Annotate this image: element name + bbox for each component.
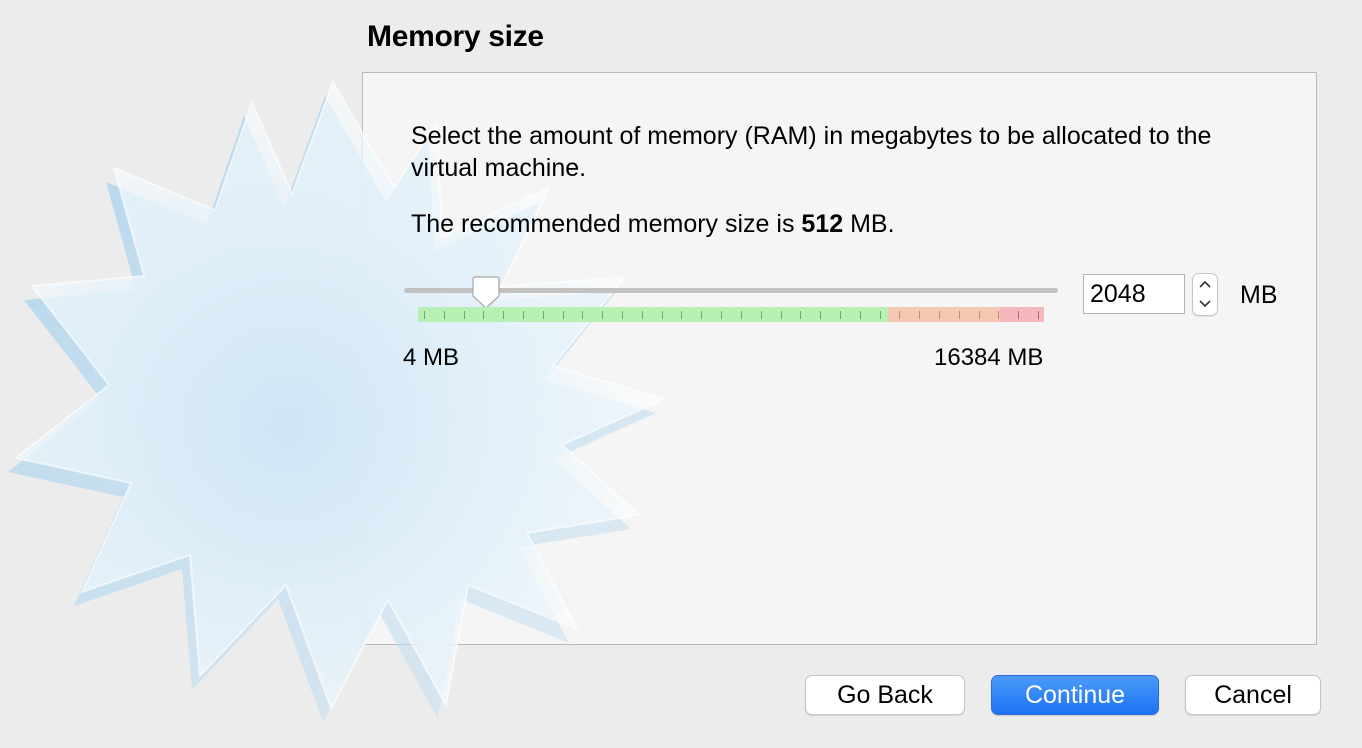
scale-tick <box>1038 311 1039 319</box>
scale-tick <box>879 311 881 319</box>
memory-slider-thumb[interactable] <box>469 276 503 310</box>
chevron-up-icon[interactable] <box>1193 274 1217 294</box>
scale-tick <box>978 311 980 319</box>
scale-tick <box>938 311 940 319</box>
scale-tick <box>483 311 485 319</box>
scale-tick <box>958 311 960 319</box>
scale-tick <box>820 311 822 319</box>
recommended-value: 512 <box>801 210 844 238</box>
recommended-suffix: MB. <box>843 210 895 238</box>
memory-size-input[interactable] <box>1083 274 1185 314</box>
scale-tick <box>998 311 1000 319</box>
scale-tick <box>582 311 584 319</box>
scale-tick <box>899 311 901 319</box>
scale-tick <box>463 311 465 319</box>
memory-scale <box>418 307 1044 322</box>
scale-safe-zone <box>418 307 888 322</box>
scale-tick <box>701 311 703 319</box>
scale-tick <box>780 311 782 319</box>
scale-tick <box>919 311 921 319</box>
scale-tick <box>562 311 564 319</box>
memory-description: Select the amount of memory (RAM) in meg… <box>411 122 1212 182</box>
memory-form: Select the amount of memory (RAM) in meg… <box>0 0 1362 748</box>
scale-tick <box>859 311 861 319</box>
scale-tick <box>800 311 802 319</box>
scale-tick <box>503 311 505 319</box>
scale-tick <box>839 311 841 319</box>
scale-tick <box>641 311 643 319</box>
scale-tick <box>523 311 525 319</box>
recommended-memory-text: The recommended memory size is 512 MB. <box>411 208 895 240</box>
recommended-prefix: The recommended memory size is <box>411 210 802 238</box>
memory-max-label: 16384 MB <box>934 344 1044 371</box>
chevron-down-icon[interactable] <box>1193 294 1217 314</box>
scale-tick <box>443 311 445 319</box>
scale-tick <box>602 311 604 319</box>
scale-tick <box>542 311 544 319</box>
memory-stepper[interactable] <box>1192 273 1218 316</box>
scale-tick <box>424 311 425 319</box>
scale-warning-zone <box>887 307 1001 322</box>
scale-tick <box>622 311 624 319</box>
memory-min-label: 4 MB <box>403 344 460 371</box>
scale-tick <box>760 311 762 319</box>
scale-tick <box>721 311 723 319</box>
wizard-page: Memory size Select the amount of memory … <box>0 0 1362 748</box>
scale-tick <box>1018 311 1020 319</box>
scale-tick <box>661 311 663 319</box>
memory-unit-label: MB <box>1240 281 1278 309</box>
scale-tick <box>740 311 742 319</box>
scale-tick <box>681 311 683 319</box>
